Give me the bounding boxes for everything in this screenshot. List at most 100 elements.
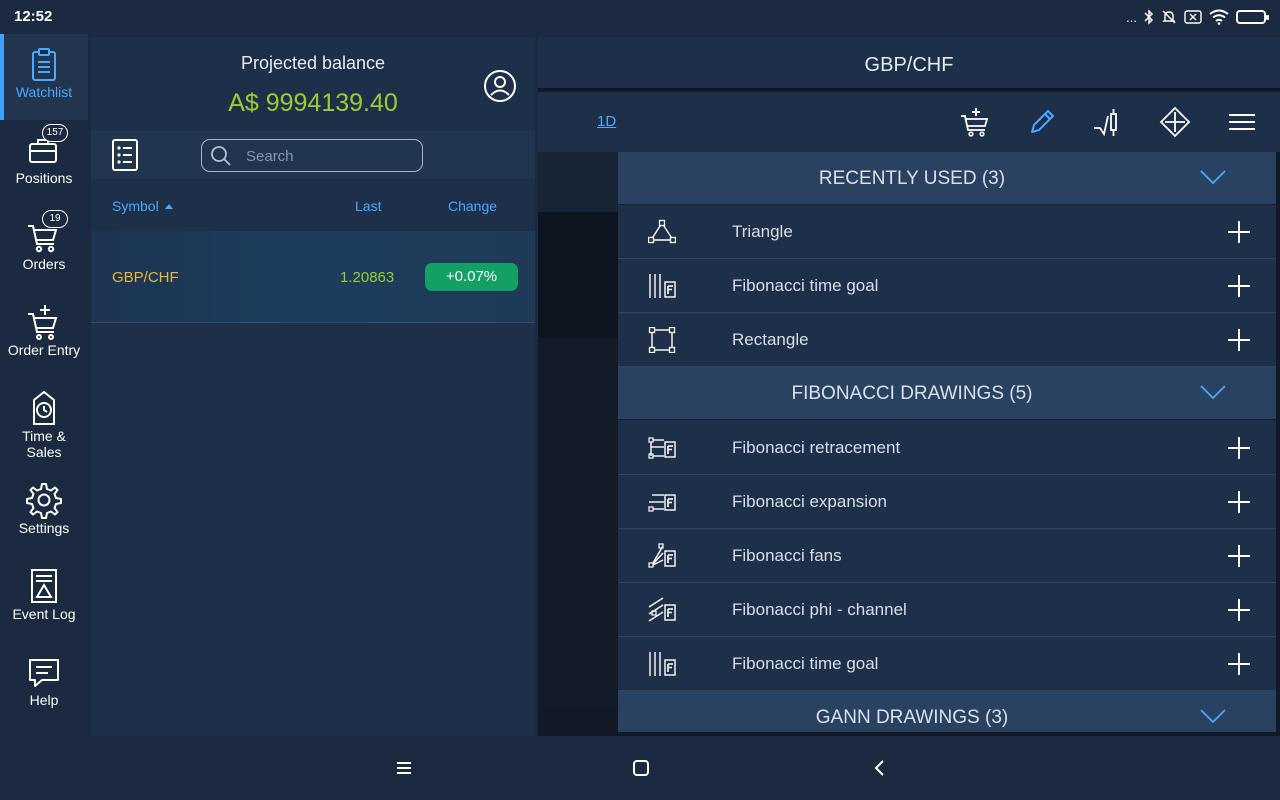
gear-icon <box>26 483 62 519</box>
add-plus-icon[interactable] <box>1227 274 1251 298</box>
menu-icon[interactable] <box>394 758 414 778</box>
column-symbol-label: Symbol <box>112 198 159 214</box>
status-icons: ... <box>1126 6 1269 28</box>
system-nav-bar <box>0 736 1280 800</box>
chart-toolbar: 1D <box>538 92 1280 152</box>
battery-icon <box>1236 10 1269 24</box>
nav-help[interactable]: Help <box>0 642 88 728</box>
column-symbol[interactable]: Symbol <box>112 198 173 214</box>
section-gann-drawings[interactable]: GANN DRAWINGS (3) <box>618 691 1276 732</box>
nav-label: Settings <box>18 520 70 536</box>
nav-orders[interactable]: 19 Orders <box>0 206 88 292</box>
add-plus-icon[interactable] <box>1227 652 1251 676</box>
chevron-down-icon <box>1200 385 1226 400</box>
nav-time-sales[interactable]: Time & Sales <box>0 378 88 468</box>
list-item-rectangle[interactable]: Rectangle <box>618 313 1276 367</box>
sim-off-icon <box>1184 10 1202 24</box>
event-log-icon <box>31 569 57 603</box>
clock: 12:52 <box>14 8 53 25</box>
chart-title: GBP/CHF <box>864 54 954 76</box>
add-plus-icon[interactable] <box>1227 490 1251 514</box>
cart-plus-icon[interactable] <box>959 106 991 138</box>
watchlist-menu-icon[interactable] <box>111 138 139 172</box>
add-plus-icon[interactable] <box>1227 598 1251 622</box>
sort-asc-icon <box>164 204 173 209</box>
nav-order-entry[interactable]: Order Entry <box>0 292 88 378</box>
move-crosshair-icon[interactable] <box>1159 106 1191 138</box>
watchlist-panel: Projected balance A$ 9994139.40 Symbol L… <box>91 37 535 736</box>
rectangle-tool-icon <box>648 327 676 353</box>
list-item-fib-time-goal[interactable]: Fibonacci time goal <box>618 259 1276 313</box>
clock-tag-icon <box>33 390 55 425</box>
list-item-fib-phi-channel[interactable]: Fibonacci phi - channel <box>618 583 1276 637</box>
list-item-fib-time-goal-2[interactable]: Fibonacci time goal <box>618 637 1276 691</box>
timeframe-button[interactable]: 1D <box>597 113 616 130</box>
chevron-down-icon <box>1200 709 1226 724</box>
item-label: Fibonacci phi - channel <box>732 600 907 619</box>
row-change-badge: +0.07% <box>425 263 518 291</box>
home-icon[interactable] <box>631 758 651 778</box>
watchlist-columns: Symbol Last Change <box>91 179 535 231</box>
chevron-down-icon <box>1200 170 1226 185</box>
nav-event-log[interactable]: Event Log <box>0 556 88 642</box>
item-label: Fibonacci retracement <box>732 438 901 457</box>
fib-phi-channel-icon <box>648 597 676 622</box>
bluetooth-icon <box>1144 9 1154 25</box>
section-fibonacci-drawings[interactable]: FIBONACCI DRAWINGS (5) <box>618 367 1276 420</box>
add-plus-icon[interactable] <box>1227 436 1251 460</box>
chart-canvas-strip <box>538 212 618 338</box>
fib-expansion-icon <box>648 494 676 512</box>
balance-label: Projected balance <box>240 53 386 73</box>
back-icon[interactable] <box>870 758 890 778</box>
item-label: Fibonacci expansion <box>732 492 887 511</box>
positions-badge: 157 <box>42 124 68 142</box>
table-row[interactable]: GBP/CHF 1.20863 +0.07% <box>91 231 535 323</box>
nav-label: Orders <box>22 256 66 272</box>
section-recently-used[interactable]: RECENTLY USED (3) <box>618 152 1276 205</box>
drawings-panel: RECENTLY USED (3) Triangle Fibonacci tim… <box>618 152 1276 732</box>
triangle-tool-icon <box>648 219 676 244</box>
list-item-fib-retracement[interactable]: Fibonacci retracement <box>618 421 1276 475</box>
wifi-icon <box>1209 9 1229 25</box>
item-label: Fibonacci fans <box>732 546 842 565</box>
item-label: Fibonacci time goal <box>732 276 879 295</box>
search-icon <box>211 146 231 166</box>
nav-settings[interactable]: Settings <box>0 470 88 556</box>
fib-time-goal-icon <box>649 274 676 298</box>
more-dots-icon: ... <box>1126 9 1137 25</box>
chart-canvas-strip <box>538 152 618 212</box>
chart-canvas[interactable] <box>538 338 618 708</box>
nav-label: Order Entry <box>7 342 81 358</box>
list-item-fib-expansion[interactable]: Fibonacci expansion <box>618 475 1276 529</box>
list-item-fib-fans[interactable]: Fibonacci fans <box>618 529 1276 583</box>
pencil-icon[interactable] <box>1026 106 1058 138</box>
nav-label: Help <box>29 692 59 708</box>
balance-value: A$ 9994139.40 <box>228 89 398 117</box>
list-item-triangle[interactable]: Triangle <box>618 205 1276 259</box>
watchlist-toolbar <box>91 131 535 179</box>
section-title: GANN DRAWINGS (3) <box>815 707 1009 728</box>
orders-badge: 19 <box>42 210 68 228</box>
nav-watchlist[interactable]: Watchlist <box>0 34 88 120</box>
add-plus-icon[interactable] <box>1227 220 1251 244</box>
section-title: RECENTLY USED (3) <box>818 168 1006 189</box>
chart-header: GBP/CHF <box>538 37 1280 90</box>
add-plus-icon[interactable] <box>1227 544 1251 568</box>
cart-plus-icon <box>28 305 58 340</box>
item-label: Triangle <box>732 222 793 241</box>
column-last[interactable]: Last <box>355 198 381 214</box>
left-nav: Watchlist 157 Positions 19 Orders Order … <box>0 34 88 736</box>
bell-off-icon <box>1162 10 1176 24</box>
indicator-icon[interactable] <box>1092 106 1124 138</box>
account-avatar-icon[interactable] <box>483 69 517 103</box>
fib-fans-icon <box>648 543 676 568</box>
row-symbol: GBP/CHF <box>112 269 179 286</box>
nav-positions[interactable]: 157 Positions <box>0 120 88 206</box>
search-input[interactable] <box>246 144 416 168</box>
add-plus-icon[interactable] <box>1227 328 1251 352</box>
row-last: 1.20863 <box>340 269 395 286</box>
column-change[interactable]: Change <box>448 198 497 214</box>
status-bar: 12:52 ... <box>0 0 1280 34</box>
hamburger-menu-icon[interactable] <box>1226 106 1258 138</box>
item-label: Rectangle <box>732 330 809 349</box>
